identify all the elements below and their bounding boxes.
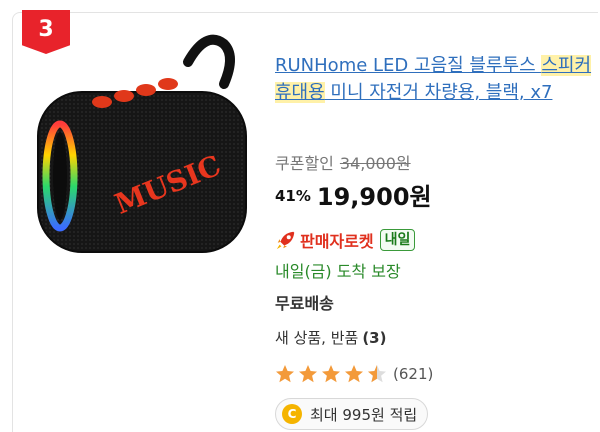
- title-part3: 미니 자전거 차량용, 블랙, x7: [324, 82, 553, 103]
- arrival-guarantee: 내일(금) 도착 보장: [275, 262, 401, 281]
- return-count: (3): [362, 329, 387, 347]
- title-part1: RUNHome LED 고음질 블루투스: [275, 55, 542, 76]
- speaker-image[interactable]: MUSIC: [28, 26, 256, 254]
- rocket-label: 판매자로켓: [300, 232, 374, 251]
- free-shipping-label: 무료배송: [275, 294, 334, 313]
- coin-icon: C: [282, 404, 302, 424]
- points-text: 최대 995원 적립: [310, 405, 418, 424]
- coupon-row: 쿠폰할인 34,000원: [275, 150, 411, 174]
- tomorrow-badge: 내일: [379, 229, 416, 251]
- review-count: (621): [393, 365, 434, 383]
- star-rating: [276, 365, 386, 383]
- original-price: 34,000원: [339, 154, 411, 173]
- return-label: 새 상품, 반품: [275, 329, 359, 347]
- return-row[interactable]: 새 상품, 반품 (3): [275, 327, 386, 348]
- rocket-icon: [276, 231, 295, 250]
- rating-row[interactable]: (621): [275, 363, 433, 385]
- sale-price: 19,900원: [316, 183, 432, 211]
- price-row: 41% 19,900원: [275, 177, 432, 212]
- rocket-delivery-row: 판매자로켓 내일: [275, 228, 416, 252]
- points-chip: C 최대 995원 적립: [275, 398, 429, 430]
- product-title-link[interactable]: RUNHome LED 고음질 블루투스 스피커 휴대용 미니 자전거 차량용,…: [275, 52, 593, 106]
- discount-percent: 41%: [275, 187, 311, 205]
- coupon-label: 쿠폰할인: [275, 154, 334, 173]
